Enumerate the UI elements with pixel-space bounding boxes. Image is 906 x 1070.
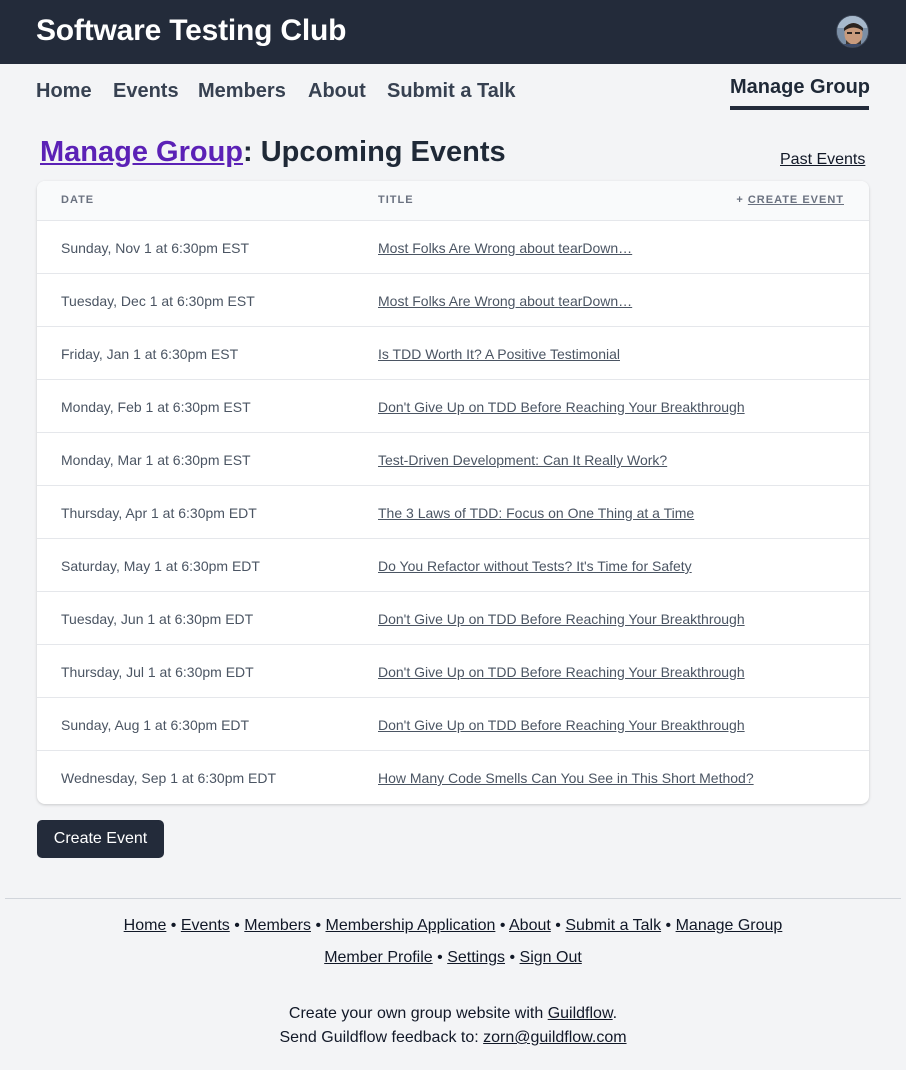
event-title-link[interactable]: Most Folks Are Wrong about tearDown… (378, 240, 632, 256)
avatar-icon (837, 16, 868, 47)
footer-link-membership-application[interactable]: Membership Application (326, 917, 496, 934)
table-row: Tuesday, Dec 1 at 6:30pm EST Most Folks A… (37, 274, 869, 327)
event-title-link[interactable]: Don't Give Up on TDD Before Reaching You… (378, 717, 745, 733)
nav-manage-group[interactable]: Manage Group (730, 76, 870, 99)
plus-icon: + (736, 194, 744, 206)
table-row: Sunday, Nov 1 at 6:30pm EST Most Folks Ar… (37, 221, 869, 274)
footer-link-manage-group[interactable]: Manage Group (676, 917, 783, 934)
footer-credit: Create your own group website with Guild… (0, 1005, 906, 1023)
event-title-link[interactable]: Test-Driven Development: Can It Really W… (378, 452, 667, 468)
footer-link-events[interactable]: Events (181, 917, 230, 934)
footer-separator: • (499, 917, 506, 934)
footer-credit-suffix: . (612, 1005, 618, 1022)
event-date: Wednesday, Sep 1 at 6:30pm EDT (61, 770, 277, 786)
footer-separator: • (509, 949, 516, 966)
nav-submit-talk[interactable]: Submit a Talk (387, 80, 516, 103)
event-date: Sunday, Aug 1 at 6:30pm EDT (61, 717, 250, 733)
footer-nav-secondary: Member Profile • Settings • Sign Out (0, 949, 906, 967)
footer-separator: • (234, 917, 240, 934)
event-title-link[interactable]: How Many Code Smells Can You See in This… (378, 770, 754, 786)
guildflow-link[interactable]: Guildflow (548, 1005, 613, 1022)
event-date: Sunday, Nov 1 at 6:30pm EST (61, 240, 250, 256)
footer-separator: • (555, 917, 561, 934)
manage-group-link[interactable]: Manage Group (40, 136, 243, 168)
event-date: Monday, Feb 1 at 6:30pm EST (61, 399, 251, 415)
column-header-title: TITLE (378, 194, 414, 206)
footer-link-settings[interactable]: Settings (447, 949, 505, 966)
table-row: Wednesday, Sep 1 at 6:30pm EDT How Many C… (37, 751, 869, 804)
footer-credit-text: Create your own group website with (288, 1005, 548, 1022)
page-title: Manage Group: Upcoming Events (40, 136, 506, 169)
event-date: Monday, Mar 1 at 6:30pm EST (61, 452, 251, 468)
event-title-link[interactable]: Don't Give Up on TDD Before Reaching You… (378, 611, 745, 627)
footer-link-member-profile[interactable]: Member Profile (324, 949, 432, 966)
top-bar: Software Testing Club (0, 0, 906, 64)
create-event-button[interactable]: Create Event (37, 820, 164, 858)
events-table: DATE TITLE + CREATE EVENT Sunday, Nov 1 … (37, 181, 869, 804)
event-title-link[interactable]: Do You Refactor without Tests? It's Time… (378, 558, 692, 574)
table-row: Sunday, Aug 1 at 6:30pm EDT Don't Give Up… (37, 698, 869, 751)
site-title[interactable]: Software Testing Club (36, 14, 346, 48)
table-row: Monday, Mar 1 at 6:30pm EST Test-Driven D… (37, 433, 869, 486)
table-row: Monday, Feb 1 at 6:30pm EST Don't Give Up… (37, 380, 869, 433)
footer-divider (5, 898, 901, 899)
footer-separator: • (437, 949, 443, 966)
footer-link-submit-a-talk[interactable]: Submit a Talk (565, 917, 661, 934)
footer-separator: • (665, 917, 672, 934)
event-date: Thursday, Jul 1 at 6:30pm EDT (61, 664, 254, 680)
footer-link-sign-out[interactable]: Sign Out (520, 949, 582, 966)
feedback-email-link[interactable]: zorn@guildflow.com (483, 1029, 626, 1046)
event-title-link[interactable]: The 3 Laws of TDD: Focus on One Thing at… (378, 505, 694, 521)
nav-events[interactable]: Events (113, 80, 179, 103)
page-title-text: : Upcoming Events (243, 136, 506, 168)
event-title-link[interactable]: Is TDD Worth It? A Positive Testimonial (378, 346, 620, 362)
table-row: Friday, Jan 1 at 6:30pm EST Is TDD Worth … (37, 327, 869, 380)
past-events-link[interactable]: Past Events (780, 151, 865, 169)
table-row: Thursday, Apr 1 at 6:30pm EDT The 3 Laws … (37, 486, 869, 539)
event-date: Friday, Jan 1 at 6:30pm EST (61, 346, 239, 362)
event-title-link[interactable]: Don't Give Up on TDD Before Reaching You… (378, 664, 745, 680)
event-date: Tuesday, Dec 1 at 6:30pm EST (61, 293, 255, 309)
nav-home[interactable]: Home (36, 80, 92, 103)
table-row: Saturday, May 1 at 6:30pm EDT Do You Refa… (37, 539, 869, 592)
event-date: Saturday, May 1 at 6:30pm EDT (61, 558, 260, 574)
table-row: Thursday, Jul 1 at 6:30pm EDT Don't Give … (37, 645, 869, 698)
footer-link-members[interactable]: Members (244, 917, 311, 934)
column-header-date: DATE (61, 194, 95, 206)
event-title-link[interactable]: Most Folks Are Wrong about tearDown… (378, 293, 632, 309)
footer-separator: • (315, 917, 322, 934)
footer-link-home[interactable]: Home (124, 917, 167, 934)
event-date: Tuesday, Jun 1 at 6:30pm EDT (61, 611, 254, 627)
event-title-link[interactable]: Don't Give Up on TDD Before Reaching You… (378, 399, 745, 415)
nav-members[interactable]: Members (198, 80, 286, 103)
footer-separator: • (170, 917, 177, 934)
footer-feedback-text: Send Guildflow feedback to: (279, 1029, 484, 1046)
footer-link-about[interactable]: About (509, 917, 551, 934)
event-date: Thursday, Apr 1 at 6:30pm EDT (61, 505, 257, 521)
nav-active-indicator (730, 106, 869, 110)
footer-feedback: Send Guildflow feedback to: zorn@guildfl… (0, 1029, 906, 1047)
create-event-header-action: + CREATE EVENT (736, 194, 844, 206)
nav-about[interactable]: About (308, 80, 366, 103)
create-event-link[interactable]: CREATE EVENT (748, 194, 844, 206)
table-header: DATE TITLE + CREATE EVENT (37, 181, 869, 221)
user-avatar[interactable] (836, 15, 869, 48)
footer-nav-primary: Home • Events • Members • Membership App… (0, 917, 906, 935)
table-row: Tuesday, Jun 1 at 6:30pm EDT Don't Give U… (37, 592, 869, 645)
